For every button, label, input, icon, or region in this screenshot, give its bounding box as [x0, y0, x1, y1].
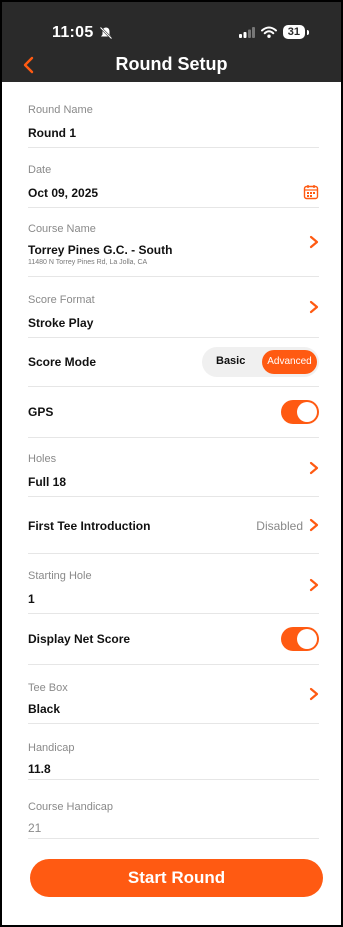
- net-score-row: Display Net Score: [28, 615, 319, 665]
- battery-indicator: 31: [282, 25, 310, 39]
- gps-label: GPS: [28, 405, 54, 419]
- starting-hole-chevron-right-icon[interactable]: [309, 578, 319, 592]
- gps-row: GPS: [28, 388, 319, 438]
- phone-frame: 11:05 31 Round Setup Round Name Round 1 …: [0, 0, 343, 927]
- course-name-field[interactable]: Course Name Torrey Pines G.C. - South 11…: [28, 217, 319, 277]
- date-label: Date: [28, 164, 52, 176]
- score-mode-label: Score Mode: [28, 355, 97, 369]
- score-mode-segmented-control[interactable]: Basic Advanced: [202, 347, 319, 377]
- score-mode-row: Score Mode Basic Advanced: [28, 339, 319, 387]
- net-score-toggle-knob: [297, 629, 317, 649]
- course-chevron-right-icon[interactable]: [309, 235, 319, 249]
- course-name-label: Course Name: [28, 223, 96, 235]
- course-address: 11480 N Torrey Pines Rd, La Jolla, CA: [28, 259, 148, 266]
- net-score-label: Display Net Score: [28, 632, 131, 646]
- score-format-field[interactable]: Score Format Stroke Play: [28, 288, 319, 338]
- round-name-field[interactable]: Round Name Round 1: [28, 98, 319, 148]
- date-value: Oct 09, 2025: [28, 186, 99, 200]
- tee-box-chevron-right-icon[interactable]: [309, 687, 319, 701]
- course-handicap-label: Course Handicap: [28, 801, 113, 813]
- handicap-label: Handicap: [28, 742, 75, 754]
- first-tee-label: First Tee Introduction: [28, 519, 151, 533]
- status-time: 11:05: [52, 24, 94, 41]
- course-handicap-field: Course Handicap 21: [28, 795, 319, 839]
- app-header: 11:05 31 Round Setup: [2, 2, 341, 82]
- calendar-icon[interactable]: [303, 184, 319, 200]
- course-handicap-value: 21: [28, 821, 42, 835]
- page-title: Round Setup: [115, 54, 228, 74]
- first-tee-value: Disabled: [256, 519, 303, 533]
- start-round-button[interactable]: Start Round: [30, 859, 323, 897]
- tee-box-field[interactable]: Tee Box Black: [28, 676, 319, 724]
- wifi-icon: [260, 26, 277, 38]
- holes-field[interactable]: Holes Full 18: [28, 447, 319, 497]
- starting-hole-field[interactable]: Starting Hole 1: [28, 564, 319, 614]
- gps-toggle-knob: [297, 402, 317, 422]
- course-name-value: Torrey Pines G.C. - South: [28, 243, 173, 257]
- handicap-value: 11.8: [28, 762, 51, 776]
- holes-value: Full 18: [28, 475, 67, 489]
- handicap-field[interactable]: Handicap 11.8: [28, 736, 319, 780]
- score-mode-advanced-option[interactable]: Advanced: [262, 350, 317, 374]
- round-name-label: Round Name: [28, 104, 93, 116]
- holes-chevron-right-icon[interactable]: [309, 461, 319, 475]
- first-tee-chevron-right-icon[interactable]: [309, 518, 319, 532]
- score-format-value: Stroke Play: [28, 316, 94, 330]
- signal-icon: [238, 27, 255, 38]
- score-format-label: Score Format: [28, 294, 95, 306]
- tee-box-value: Black: [28, 702, 61, 716]
- silent-bell-icon: [99, 26, 113, 40]
- score-mode-basic-option[interactable]: Basic: [216, 355, 245, 367]
- date-field[interactable]: Date Oct 09, 2025: [28, 158, 319, 208]
- starting-hole-value: 1: [28, 592, 35, 606]
- first-tee-row[interactable]: First Tee Introduction Disabled: [28, 502, 319, 554]
- score-format-chevron-right-icon[interactable]: [309, 300, 319, 314]
- gps-toggle[interactable]: [281, 400, 319, 424]
- holes-label: Holes: [28, 453, 57, 465]
- status-icons: 31: [238, 25, 310, 39]
- starting-hole-label: Starting Hole: [28, 570, 92, 582]
- tee-box-label: Tee Box: [28, 682, 68, 694]
- net-score-toggle[interactable]: [281, 627, 319, 651]
- round-name-value: Round 1: [28, 126, 76, 140]
